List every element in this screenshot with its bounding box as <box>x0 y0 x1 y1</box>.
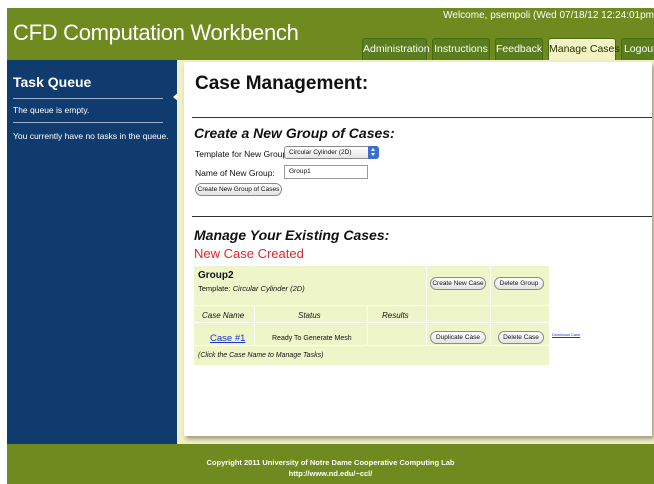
footer-bar: Copyright 2011 University of Notre Dame … <box>7 444 654 484</box>
template-label: Template for New Group: <box>195 149 290 159</box>
table-divider <box>194 345 549 346</box>
group-table: Group2 Template: Circular Cylinder (2D) … <box>194 266 549 365</box>
table-divider <box>194 305 549 306</box>
sidebar-divider <box>13 98 163 99</box>
copyright-text: Copyright 2011 University of Notre Dame … <box>206 458 455 467</box>
tab-instructions[interactable]: Instructions <box>432 38 490 60</box>
new-case-message: New Case Created <box>194 246 304 261</box>
task-status-text: You currently have no tasks in the queue… <box>13 131 169 141</box>
group-template: Template: Circular Cylinder (2D) <box>198 284 305 293</box>
footer-url: http://www.nd.edu/~ccl/ <box>288 469 373 478</box>
section-divider <box>192 117 652 118</box>
welcome-message: Welcome, psempoli (Wed 07/18/12 12:24:01… <box>443 10 654 21</box>
delete-case-button[interactable]: Delete Case <box>498 331 544 344</box>
create-group-button[interactable]: Create New Group of Cases <box>195 183 282 196</box>
case-management-panel: Case Management: Create a New Group of C… <box>184 62 652 436</box>
manage-section-title: Manage Your Existing Cases: <box>194 227 390 243</box>
sidebar-divider <box>13 122 163 123</box>
page-title: Case Management: <box>195 73 369 94</box>
table-hint: (Click the Case Name to Manage Tasks) <box>198 352 324 359</box>
column-header-results: Results <box>382 311 409 320</box>
select-arrows-icon <box>368 146 379 159</box>
column-header-status: Status <box>298 311 321 320</box>
tab-logout[interactable]: Logout <box>621 38 654 60</box>
table-divider <box>367 305 368 345</box>
table-divider <box>194 322 549 323</box>
queue-status-text: The queue is empty. <box>13 105 90 115</box>
tab-manage-cases[interactable]: Manage Cases <box>548 38 620 60</box>
table-divider <box>490 266 491 345</box>
create-section-title: Create a New Group of Cases: <box>194 125 395 141</box>
case-name-link[interactable]: Case #1 <box>210 333 245 344</box>
section-divider <box>192 216 652 217</box>
tab-administration[interactable]: Administration <box>362 38 430 60</box>
case-status: Ready To Generate Mesh <box>272 335 352 342</box>
app-title: CFD Computation Workbench <box>13 20 299 45</box>
column-header-case-name: Case Name <box>202 311 245 320</box>
sidebar-title: Task Queue <box>13 74 92 90</box>
header-bar: CFD Computation Workbench Welcome, psemp… <box>7 8 654 60</box>
tab-feedback[interactable]: Feedback <box>495 38 543 60</box>
group-name-input[interactable]: Group1 <box>284 165 368 179</box>
create-case-button[interactable]: Create New Case <box>430 277 486 290</box>
group-template-value: Circular Cylinder (2D) <box>232 284 305 293</box>
table-divider <box>426 266 427 345</box>
template-select[interactable]: Circular Cylinder (2D) <box>284 146 379 159</box>
task-queue-sidebar: Task Queue The queue is empty. You curre… <box>7 60 177 444</box>
download-case-link[interactable]: Download Case <box>552 332 580 337</box>
group-name-label: Name of New Group: <box>195 168 275 178</box>
delete-group-button[interactable]: Delete Group <box>494 277 544 290</box>
group-name: Group2 <box>198 270 234 281</box>
table-divider <box>254 305 255 345</box>
template-select-value: Circular Cylinder (2D) <box>289 149 352 156</box>
group-template-prefix: Template: <box>198 284 233 293</box>
duplicate-case-button[interactable]: Duplicate Case <box>430 331 486 344</box>
